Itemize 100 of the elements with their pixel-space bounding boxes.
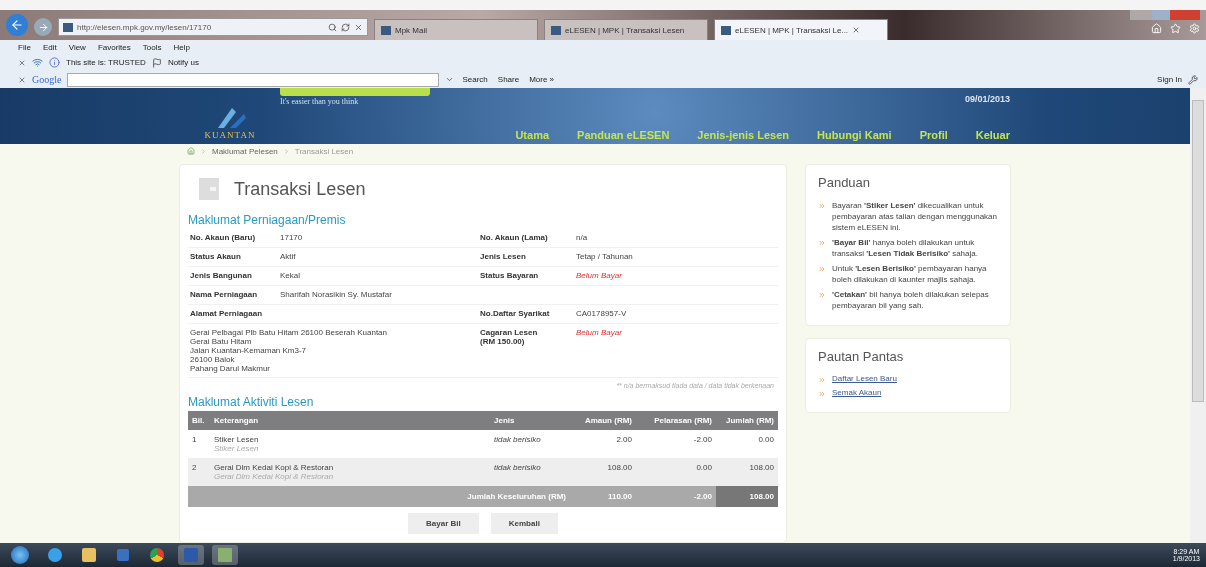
wifi-icon[interactable] bbox=[32, 57, 43, 68]
chevrons-icon bbox=[818, 376, 826, 384]
settings-icon[interactable] bbox=[1189, 23, 1200, 36]
guide-text: 'Cetakan' bil hanya boleh dilakukan selepas pembayaran bil yang sah. bbox=[832, 289, 990, 311]
chevrons-icon bbox=[818, 291, 826, 299]
forward-button[interactable] bbox=[34, 18, 52, 36]
field-value: n/a bbox=[576, 233, 588, 243]
tagline: It's easier than you think bbox=[280, 97, 359, 106]
column-header: Jenis bbox=[490, 411, 570, 430]
close-icon[interactable] bbox=[18, 58, 26, 67]
field-label: No. Akaun (Lama) bbox=[480, 233, 549, 243]
info-icon bbox=[49, 57, 60, 68]
notify-link[interactable]: Notify us bbox=[167, 58, 199, 67]
total-cell: 110.00 bbox=[570, 486, 636, 507]
sign-in-link[interactable]: Sign In bbox=[1157, 75, 1182, 84]
page-icon bbox=[63, 22, 73, 32]
quick-link[interactable]: Semak Akaun bbox=[832, 388, 882, 398]
window-controls[interactable] bbox=[1130, 10, 1200, 20]
action-button[interactable]: Kembali bbox=[490, 513, 558, 534]
search-icon[interactable] bbox=[328, 22, 337, 32]
field-label: Alamat Perniagaan bbox=[190, 309, 264, 319]
page-title: Transaksi Lesen bbox=[234, 178, 366, 200]
table-cell: 108.00 bbox=[716, 458, 778, 486]
back-arrow-icon bbox=[10, 18, 24, 32]
close-icon[interactable] bbox=[852, 26, 861, 34]
star-icon[interactable] bbox=[1170, 23, 1181, 36]
home-icon[interactable] bbox=[1151, 23, 1162, 36]
home-icon[interactable] bbox=[187, 147, 195, 155]
caret-icon[interactable] bbox=[445, 75, 455, 84]
refresh-icon[interactable] bbox=[341, 22, 350, 32]
back-button[interactable] bbox=[6, 14, 28, 36]
field-label: Status Bayaran bbox=[480, 271, 540, 281]
field-label: Nama Perniagaan bbox=[190, 290, 259, 300]
column-header: Bil. bbox=[188, 411, 210, 430]
browser-tab[interactable]: Mpk Mail bbox=[374, 19, 538, 40]
field-label: Cagaran Lesen (RM 150.00) bbox=[480, 328, 539, 348]
toolbar-button[interactable]: More » bbox=[527, 75, 557, 84]
address-text: Gerai Pelbagai Plb Batu Hitam 26100 Beserah Kuantan Gerai Batu Hitam Jalan Kuantan-Kemaman Km3-7 26100 Balok Pahang Darul Makmur bbox=[190, 328, 387, 373]
flag-icon bbox=[151, 57, 162, 68]
field-value: Belum Bayar bbox=[576, 328, 622, 339]
monitor-taskbar-icon[interactable] bbox=[212, 545, 238, 565]
page-icon bbox=[551, 25, 561, 35]
nav-link[interactable]: Keluar bbox=[975, 129, 1010, 141]
field-value: 17170 bbox=[280, 233, 303, 243]
menu-item[interactable]: Edit bbox=[42, 42, 57, 52]
chevrons-icon bbox=[818, 390, 826, 398]
menu-item[interactable]: Favorites bbox=[97, 42, 131, 52]
field-label: No. Akaun (Baru) bbox=[190, 233, 257, 243]
toolbar-button[interactable]: Search bbox=[460, 75, 490, 84]
close-icon[interactable] bbox=[354, 22, 363, 32]
panel-title: Pautan Pantas bbox=[818, 349, 905, 364]
guide-text: 'Bayar Bil' hanya boleh dilakukan untuk transaksi 'Lesen Tidak Berisiko' sahaja. bbox=[832, 237, 979, 259]
address-bar[interactable]: http://elesen.mpk.gov.my/lesen/17170 bbox=[58, 18, 368, 36]
menu-item[interactable]: Tools bbox=[142, 42, 162, 52]
site-status[interactable]: This site is: TRUSTED bbox=[66, 58, 146, 67]
wrench-icon[interactable] bbox=[1188, 74, 1198, 85]
total-cell: -2.00 bbox=[636, 486, 716, 507]
browser-tab[interactable]: eLESEN | MPK | Transaksi Lesen bbox=[544, 19, 708, 40]
field-value: Tetap / Tahunan bbox=[576, 252, 633, 262]
table-cell: tidak berisiko bbox=[490, 458, 570, 486]
forward-arrow-icon bbox=[37, 21, 49, 33]
scrollbar-thumb[interactable] bbox=[1192, 100, 1204, 402]
close-icon[interactable] bbox=[18, 75, 26, 84]
table-cell: 2 bbox=[188, 458, 210, 486]
menu-item[interactable]: Help bbox=[173, 42, 190, 52]
table-cell: 0.00 bbox=[636, 458, 716, 486]
column-header: Pelarasan (RM) bbox=[636, 411, 716, 430]
field-value: Sharifah Norasikin Sy. Mustafar bbox=[280, 290, 392, 300]
guide-text: Bayaran 'Stiker Lesen' dikecualikan untuk pembayaran atas talian dengan menggunakan sistem eLESEN ini. bbox=[832, 200, 998, 233]
guide-text: Untuk 'Lesen Berisiko' pembayaran hanya boleh dilakukan di kaunter majlis sahaja. bbox=[832, 263, 988, 285]
field-label: Jenis Lesen bbox=[480, 252, 527, 262]
menu-item[interactable]: File bbox=[18, 42, 31, 52]
nav-link[interactable]: Profil bbox=[919, 129, 948, 141]
document-icon bbox=[198, 177, 220, 201]
column-header: Amaun (RM) bbox=[570, 411, 636, 430]
field-value: CA0178957-V bbox=[576, 309, 627, 319]
nav-link[interactable]: Hubungi Kami bbox=[817, 129, 892, 141]
action-button[interactable]: Bayar Bil bbox=[408, 513, 479, 534]
chevron-icon bbox=[282, 147, 290, 155]
menu-item[interactable]: View bbox=[68, 42, 86, 52]
google-label: Google bbox=[32, 74, 62, 85]
field-label: Jenis Bangunan bbox=[190, 271, 253, 281]
chevron-icon bbox=[200, 147, 207, 155]
panel-title: Panduan bbox=[818, 175, 872, 190]
chevrons-icon bbox=[818, 239, 826, 247]
logo-text: KUANTAN bbox=[204, 130, 256, 140]
field-value: Belum Bayar bbox=[576, 271, 622, 281]
search-field[interactable] bbox=[67, 72, 440, 87]
chevrons-icon bbox=[818, 202, 826, 210]
page-icon bbox=[721, 25, 731, 35]
field-label: No.Daftar Syarikat bbox=[480, 309, 551, 319]
toolbar-button[interactable]: Share bbox=[495, 75, 522, 84]
total-label: Jumlah Keseluruhan (RM) bbox=[188, 486, 570, 507]
browser-tab[interactable]: eLESEN | MPK | Transaksi Le... bbox=[714, 19, 888, 40]
column-header: Keterangan bbox=[210, 411, 490, 430]
date-text: 09/01/2013 bbox=[964, 94, 1010, 104]
total-cell: 108.00 bbox=[716, 486, 778, 507]
breadcrumb-link[interactable]: Maklumat Pelesen bbox=[212, 146, 278, 156]
field-value: Aktif bbox=[280, 252, 296, 262]
quick-link[interactable]: Daftar Lesen Baru bbox=[832, 374, 897, 384]
